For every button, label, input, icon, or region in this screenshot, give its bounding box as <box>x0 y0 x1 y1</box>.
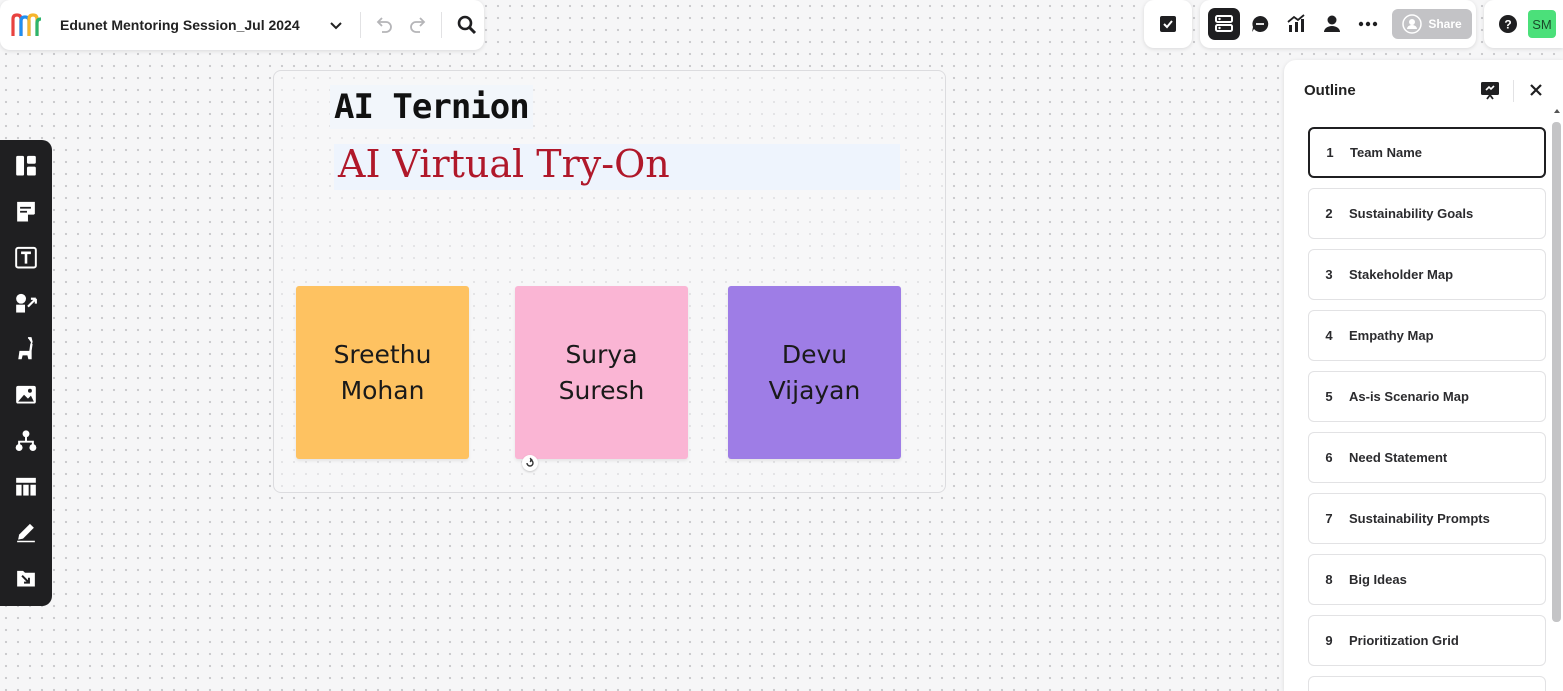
divider <box>440 12 442 38</box>
outline-item-number: 2 <box>1325 206 1333 221</box>
outline-title: Outline <box>1304 82 1356 99</box>
outline-item-number: 1 <box>1326 145 1334 160</box>
help-icon[interactable]: ? <box>1494 10 1522 38</box>
llama-icon[interactable] <box>8 331 44 366</box>
outline-item[interactable]: 8 Big Ideas <box>1308 554 1546 605</box>
activity-chart-icon[interactable] <box>1280 8 1312 40</box>
redo-icon[interactable] <box>403 10 433 40</box>
present-icon[interactable] <box>1478 78 1502 102</box>
outline-item-label: Need Statement <box>1349 450 1448 465</box>
avatar[interactable]: SM <box>1528 10 1556 38</box>
outline-item-label: Empathy Map <box>1349 328 1434 343</box>
undo-icon[interactable] <box>369 10 399 40</box>
outline-panel: Outline 1 Team Name 2 Sustainability Goals… <box>1284 60 1563 691</box>
outline-item-number: 9 <box>1325 633 1333 648</box>
rotate-handle-icon[interactable] <box>522 455 538 471</box>
chevron-down-icon[interactable] <box>326 15 346 35</box>
board-header: Edunet Mentoring Session_Jul 2024 <box>0 0 484 50</box>
diagram-icon[interactable] <box>8 423 44 458</box>
outline-list: 1 Team Name 2 Sustainability Goals 3 Stakeh… <box>1308 127 1546 691</box>
account-panel: ? SM <box>1484 0 1563 48</box>
outline-item[interactable]: 2 Sustainability Goals <box>1308 188 1546 239</box>
scroll-up-icon[interactable] <box>1552 106 1562 116</box>
sticky-note-icon[interactable] <box>8 194 44 229</box>
pen-icon[interactable] <box>8 514 44 549</box>
outline-icon[interactable] <box>1208 8 1240 40</box>
table-icon[interactable] <box>8 469 44 504</box>
text-icon[interactable] <box>8 240 44 275</box>
outline-item-number: 5 <box>1325 389 1333 404</box>
outline-item-label: Sustainability Goals <box>1349 206 1474 221</box>
templates-icon[interactable] <box>8 148 44 183</box>
mural-logo-icon[interactable] <box>10 11 44 39</box>
outline-item-label: Big Ideas <box>1349 572 1407 587</box>
divider <box>359 12 361 38</box>
sticky-note[interactable]: Devu Vijayan <box>728 286 901 459</box>
share-button[interactable]: Share <box>1392 9 1472 39</box>
share-label: Share <box>1428 17 1462 31</box>
outline-item-label: Stakeholder Map <box>1349 267 1454 282</box>
outline-item-label: As-is Scenario Map <box>1349 389 1469 404</box>
team-name-text[interactable]: AI Ternion <box>330 85 533 129</box>
outline-item-label: Sustainability Prompts <box>1349 511 1490 526</box>
outline-item[interactable]: 7 Sustainability Prompts <box>1308 493 1546 544</box>
sticky-note[interactable]: Sreethu Mohan <box>296 286 469 459</box>
checklist-panel <box>1144 0 1192 48</box>
svg-text:?: ? <box>1504 18 1511 32</box>
outline-item-number: 7 <box>1325 511 1333 526</box>
sticky-note-text: Surya Suresh <box>558 339 645 405</box>
add-person-icon <box>1402 14 1423 34</box>
outline-item-label: Prioritization Grid <box>1349 633 1459 648</box>
outline-item[interactable]: 6 Need Statement <box>1308 432 1546 483</box>
outline-item-label: Team Name <box>1350 145 1423 160</box>
sticky-note-text: Sreethu Mohan <box>333 339 432 405</box>
image-icon[interactable] <box>8 377 44 412</box>
outline-item-number: 3 <box>1325 267 1333 282</box>
outline-item[interactable]: 3 Stakeholder Map <box>1308 249 1546 300</box>
import-icon[interactable] <box>8 560 44 595</box>
outline-item[interactable]: 5 As-is Scenario Map <box>1308 371 1546 422</box>
outline-item-number: 6 <box>1325 450 1333 465</box>
divider <box>1513 80 1514 102</box>
project-title-text[interactable]: AI Virtual Try-On <box>338 142 670 186</box>
sticky-note-text: Devu Vijayan <box>768 339 861 405</box>
outline-item-number: 4 <box>1325 328 1333 343</box>
left-toolbar <box>0 140 52 606</box>
outline-item[interactable]: 9 Prioritization Grid <box>1308 615 1546 666</box>
board-title[interactable]: Edunet Mentoring Session_Jul 2024 <box>60 17 300 33</box>
search-icon[interactable] <box>452 10 482 40</box>
close-icon[interactable] <box>1525 78 1547 102</box>
shapes-icon[interactable] <box>8 285 44 320</box>
scrollbar-thumb[interactable] <box>1552 122 1561 622</box>
user-icon[interactable] <box>1316 8 1348 40</box>
checklist-icon[interactable] <box>1152 8 1184 40</box>
outline-item[interactable]: 1 Team Name <box>1308 127 1546 178</box>
sticky-note[interactable]: Surya Suresh <box>515 286 688 459</box>
outline-item-number: 8 <box>1325 572 1333 587</box>
outline-item[interactable]: 4 Empathy Map <box>1308 310 1546 361</box>
comments-icon[interactable] <box>1244 8 1276 40</box>
outline-item[interactable] <box>1308 676 1546 691</box>
collaboration-toolbar: Share <box>1200 0 1476 48</box>
more-options-icon[interactable] <box>1352 8 1384 40</box>
